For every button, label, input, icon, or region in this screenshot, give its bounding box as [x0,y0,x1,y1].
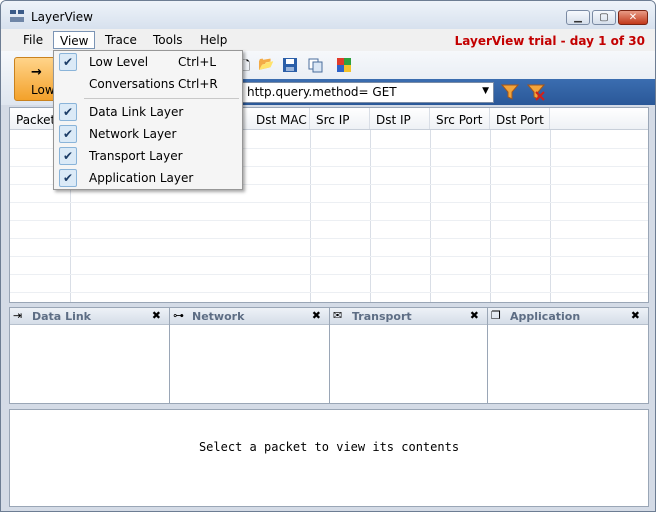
column-dst-mac[interactable]: Dst MAC [250,108,310,129]
menu-item-low-level[interactable]: ✔ Low Level Ctrl+L [56,51,240,73]
close-icon[interactable]: ✖ [152,309,161,322]
save-icon[interactable] [282,57,298,73]
column-divider [430,130,431,302]
filter-input[interactable]: http.query.method= GET ▼ [242,82,494,103]
layer-panel-header: ⊶ Network ✖ [170,308,329,325]
check-icon: ✔ [59,103,77,121]
column-src-ip[interactable]: Src IP [310,108,370,129]
check-icon: ✔ [59,147,77,165]
arrow-right-icon: ⇥ [13,309,23,322]
menu-item-label: Application Layer [89,171,194,185]
column-src-ip-label: Src IP [316,113,350,127]
layer-panel-data-link[interactable]: ⇥ Data Link ✖ [10,308,170,403]
app-window: LayerView ▁ ▢ ✕ File View Trace Tools He… [0,0,656,512]
minimize-icon: ▁ [574,12,582,23]
layer-panel-transport[interactable]: ✉ Transport ✖ [330,308,488,403]
row-line [10,274,648,275]
menu-view[interactable]: View [53,31,96,49]
minimize-button[interactable]: ▁ [566,10,590,25]
clear-filter-icon[interactable] [527,83,545,101]
view-menu-dropdown: ✔ Low Level Ctrl+L Conversations Ctrl+R … [53,50,243,190]
check-icon: ✔ [59,125,77,143]
menu-item-conversations[interactable]: Conversations Ctrl+R [56,73,240,95]
check-icon: ✔ [59,169,77,187]
low-level-label: Low [31,83,55,97]
row-line [10,220,648,221]
column-dst-ip-label: Dst IP [376,113,411,127]
layer-panel-title: Data Link [32,310,91,323]
filter-value: http.query.method= GET [247,85,397,99]
column-packet-label: Packet [16,113,56,127]
menu-item-label: Data Link Layer [89,105,184,119]
menu-item-label: Transport Layer [89,149,183,163]
menu-item-application-layer[interactable]: ✔ Application Layer [56,167,240,189]
column-dst-mac-label: Dst MAC [256,113,307,127]
layer-panel-network[interactable]: ⊶ Network ✖ [170,308,330,403]
layer-panels: ⇥ Data Link ✖ ⊶ Network ✖ ✉ Transport ✖ … [9,307,649,404]
column-divider [310,130,311,302]
menu-trace[interactable]: Trace [99,31,143,49]
open-folder-icon[interactable]: 📂 [258,57,274,73]
menu-item-data-link-layer[interactable]: ✔ Data Link Layer [56,101,240,123]
column-dst-port-label: Dst Port [496,113,544,127]
title-bar: LayerView ▁ ▢ ✕ [1,1,655,29]
menu-item-transport-layer[interactable]: ✔ Transport Layer [56,145,240,167]
menu-file[interactable]: File [17,31,49,49]
layer-panel-title: Network [192,310,245,323]
app-icon [10,10,24,22]
packet-contents-pane[interactable]: Select a packet to view its contents [9,409,649,507]
layer-panel-header: ⇥ Data Link ✖ [10,308,169,325]
trial-notice: LayerView trial - day 1 of 30 [454,34,645,48]
window-title: LayerView [31,10,93,24]
row-line [10,202,648,203]
layer-panel-header: ❐ Application ✖ [488,308,648,325]
column-dst-port[interactable]: Dst Port [490,108,550,129]
maximize-icon: ▢ [599,12,609,23]
column-src-port-label: Src Port [436,113,483,127]
menu-bar: File View Trace Tools Help LayerView tri… [1,29,655,51]
column-src-port[interactable]: Src Port [430,108,490,129]
menu-item-label: Conversations [89,77,175,91]
chevron-down-icon[interactable]: ▼ [482,86,489,96]
close-button[interactable]: ✕ [618,10,648,25]
windows-icon: ❐ [491,309,501,322]
row-line [10,256,648,257]
layer-panel-application[interactable]: ❐ Application ✖ [488,308,648,403]
low-level-icon: → [31,65,42,80]
empty-state-message: Select a packet to view its contents [198,440,460,454]
column-divider [370,130,371,302]
menu-item-label: Network Layer [89,127,177,141]
menu-item-network-layer[interactable]: ✔ Network Layer [56,123,240,145]
maximize-button[interactable]: ▢ [592,10,616,25]
color-palette-icon[interactable] [336,57,352,73]
column-divider [490,130,491,302]
network-icon: ⊶ [173,309,184,322]
envelope-icon: ✉ [333,309,343,322]
layer-panel-header: ✉ Transport ✖ [330,308,487,325]
menu-item-shortcut: Ctrl+L [178,55,217,69]
menu-item-shortcut: Ctrl+R [178,77,218,91]
close-icon[interactable]: ✖ [312,309,321,322]
menu-tools[interactable]: Tools [147,31,189,49]
row-line [10,292,648,293]
close-icon[interactable]: ✖ [470,309,479,322]
row-line [10,238,648,239]
layer-panel-title: Transport [352,310,412,323]
layer-panel-title: Application [510,310,581,323]
apply-filter-icon[interactable] [501,83,519,101]
menu-separator [84,98,239,99]
menu-help[interactable]: Help [194,31,233,49]
menu-item-label: Low Level [89,55,149,69]
copy-icon[interactable] [308,57,324,73]
check-icon: ✔ [59,53,77,71]
column-divider [550,130,551,302]
close-icon[interactable]: ✖ [631,309,640,322]
column-dst-ip[interactable]: Dst IP [370,108,430,129]
close-icon: ✕ [628,12,638,23]
